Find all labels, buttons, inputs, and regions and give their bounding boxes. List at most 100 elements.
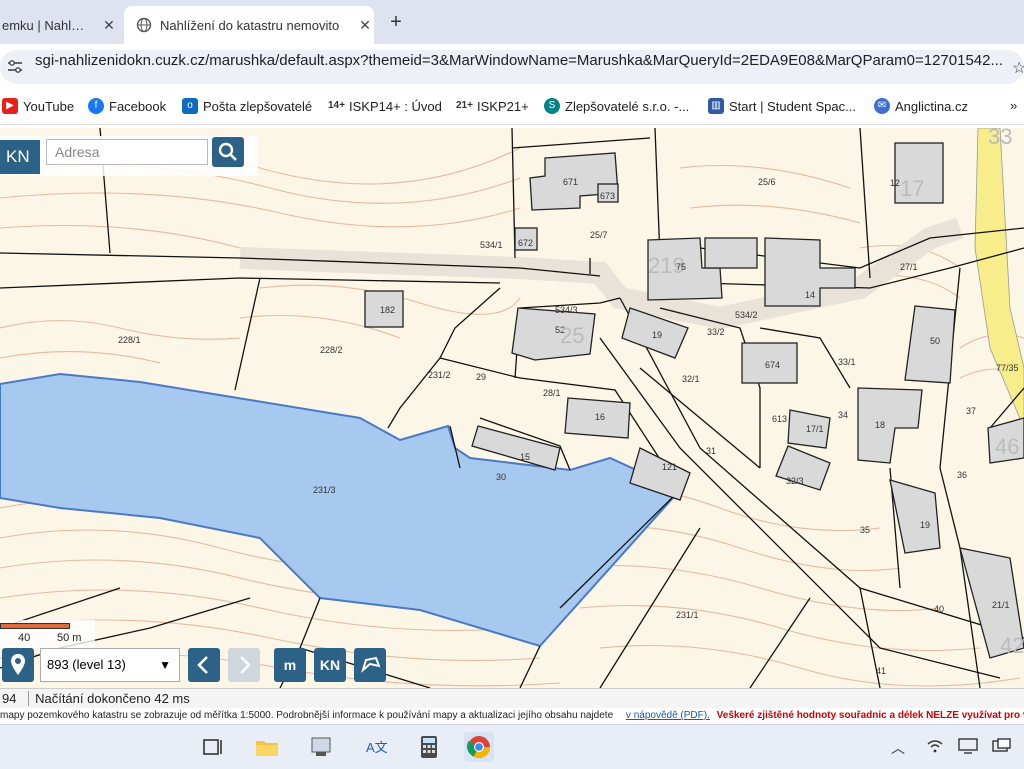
parcel-label: 31 [706, 446, 716, 456]
new-tab-button[interactable]: + [384, 10, 408, 34]
svg-text:A文: A文 [366, 740, 388, 755]
map-canvas[interactable]: 671 673 25/6 25/7 672 534/1 219 75 14 27… [0, 128, 1024, 688]
chevron-up-icon[interactable]: ︿ [891, 738, 905, 758]
tab-active[interactable]: Nahlížení do katastru nemovito ✕ [124, 6, 374, 44]
bookmark-anglictina[interactable]: ✉ Anglictina.cz [874, 98, 968, 114]
parcel-label: 534/2 [735, 310, 758, 320]
site-info-icon[interactable] [6, 59, 24, 75]
facebook-icon: f [88, 98, 104, 114]
parcel-label: 36 [957, 470, 967, 480]
parcel-label: 534/3 [555, 305, 578, 315]
parcel-label: 674 [765, 360, 780, 370]
parcel-label: 182 [380, 305, 395, 315]
calculator-icon[interactable] [414, 732, 444, 762]
parcel-label: 534/1 [480, 240, 503, 250]
bookmarks-overflow-button[interactable]: » [1010, 98, 1017, 113]
chrome-icon[interactable] [464, 732, 494, 762]
close-icon[interactable]: ✕ [100, 17, 118, 34]
parcel-label: 17/1 [806, 424, 824, 434]
tab-label: emku | Nahl… [2, 17, 85, 33]
parcel-label: 35 [860, 525, 870, 535]
parcel-label: 231/1 [676, 610, 699, 620]
measure-button[interactable]: m [274, 648, 306, 682]
kn-icon: KN [319, 657, 341, 673]
parcel-label: 75 [676, 262, 686, 272]
youtube-icon: ▶ [2, 98, 18, 114]
parcel-label: 46 [995, 434, 1019, 459]
task-view-icon[interactable] [198, 732, 228, 762]
close-icon[interactable]: ✕ [356, 17, 374, 34]
bookmark-zlepsovatele[interactable]: S Zlepšovatelé s.r.o. -... [544, 98, 689, 114]
parcel-label: 671 [563, 177, 578, 187]
parcel-label: 77/35 [996, 363, 1019, 373]
file-explorer-icon[interactable] [252, 732, 282, 762]
parcel-label: 25 [560, 323, 584, 348]
parcel-label: 15 [520, 452, 530, 462]
bookmark-facebook[interactable]: f Facebook [88, 98, 166, 114]
address-search-input[interactable]: Adresa [46, 139, 208, 165]
kn-button[interactable]: KN [314, 648, 346, 682]
search-icon [218, 142, 237, 161]
parcel-label: 21/1 [992, 600, 1010, 610]
parcel-label: 231/3 [313, 485, 336, 495]
bookmark-iskp14[interactable]: 14+ ISKP14+ : Úvod [328, 98, 442, 114]
bookmark-student-space[interactable]: ▥ Start | Student Spac... [708, 98, 856, 114]
chevron-left-icon [197, 656, 208, 674]
parcel-label: 19 [920, 520, 930, 530]
bookmark-iskp21[interactable]: 21+ ISKP21+ [456, 98, 529, 114]
parcel-label: 29 [476, 372, 486, 382]
parcel-label: 25/6 [758, 177, 776, 187]
tab-label: Nahlížení do katastru nemovito [160, 17, 340, 33]
bookmark-youtube[interactable]: ▶ YouTube [2, 98, 74, 114]
parcel-label: 228/1 [118, 335, 141, 345]
translator-icon[interactable]: A文 [360, 732, 390, 762]
parcel-label: 231/2 [428, 370, 451, 380]
bookmark-posta[interactable]: o Pošta zlepšovatelé [182, 98, 312, 114]
parcel-label: 34 [838, 410, 848, 420]
parcel-label: 30 [496, 472, 506, 482]
chevron-right-icon [240, 656, 251, 674]
parcel-label: 17 [900, 176, 924, 201]
back-button[interactable] [188, 648, 220, 682]
draw-icon [361, 656, 381, 673]
kn-label: KN [0, 140, 40, 174]
url-text[interactable]: sgi-nahlizenidokn.cuzk.cz/marushka/defau… [35, 52, 1010, 69]
forward-button[interactable] [228, 648, 260, 682]
zoom-level-select[interactable]: 893 (level 13) ▼ [40, 648, 180, 682]
parcel-label: 33/1 [838, 357, 856, 367]
search-button[interactable] [212, 137, 244, 167]
location-button[interactable] [2, 648, 34, 682]
help-link[interactable]: v nápovědě (PDF). [626, 710, 710, 721]
outlook-icon: o [182, 98, 198, 114]
wifi-icon[interactable] [926, 738, 944, 759]
sharepoint-icon: S [544, 98, 560, 114]
network-app-icon[interactable] [306, 732, 336, 762]
parcel-label: 16 [595, 412, 605, 422]
parcel-label: 42 [1000, 633, 1024, 658]
parcel-label: 14 [805, 290, 815, 300]
status-text: Načítání dokončeno 42 ms [28, 691, 190, 706]
notice-text: mapy pozemkového katastru se zobrazuje o… [0, 710, 614, 721]
parcel-label: 19 [652, 330, 662, 340]
monitor-icon[interactable] [958, 738, 978, 759]
tab-inactive[interactable]: emku | Nahl… ✕ [0, 6, 118, 44]
notice-bar: mapy pozemkového katastru se zobrazuje o… [0, 708, 1024, 724]
chat-icon: ✉ [874, 98, 890, 114]
globe-icon [136, 17, 152, 33]
star-icon[interactable]: ☆ [1012, 58, 1024, 78]
parcel-label: 37 [966, 406, 976, 416]
parcel-label: 12 [890, 178, 900, 188]
scale-bar: 40 50 m [0, 620, 95, 648]
parcel-label: 25/7 [590, 230, 608, 240]
parcel-label: 27/1 [900, 262, 918, 272]
cadastral-map[interactable]: 671 673 25/6 25/7 672 534/1 219 75 14 27… [0, 128, 1024, 688]
draw-button[interactable] [354, 648, 386, 682]
parcel-label: 613 [772, 414, 787, 424]
parcel-label: 32/1 [682, 374, 700, 384]
parcel-label: 673 [600, 191, 615, 201]
taskbar [0, 724, 1024, 769]
iskp14-icon: 14+ [328, 98, 345, 114]
scale-label-mid: 40 [18, 632, 31, 644]
display-icon[interactable] [992, 738, 1012, 759]
parcel-label: 121 [662, 462, 677, 472]
